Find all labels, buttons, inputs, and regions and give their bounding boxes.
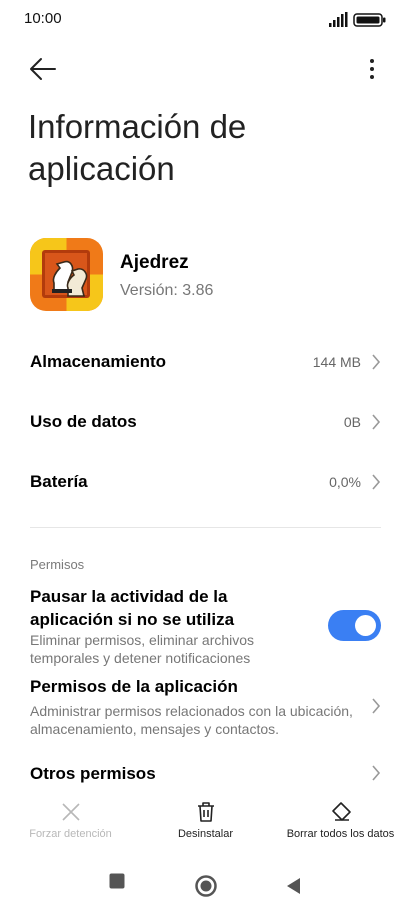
recents-button[interactable]: [108, 872, 126, 890]
app-name: Ajedrez: [120, 252, 189, 273]
storage-row[interactable]: Almacenamiento 144 MB: [30, 342, 381, 382]
clear-data-label: Borrar todos los datos: [286, 828, 395, 840]
storage-value: 144 MB: [312, 354, 361, 370]
chevron-right-icon: [372, 354, 381, 370]
storage-label: Almacenamiento: [30, 352, 167, 371]
toggle-knob: [355, 615, 376, 636]
more-options-button[interactable]: [362, 56, 382, 82]
signal-battery-icon: [329, 12, 386, 27]
other-permissions-title[interactable]: Otros permisos: [30, 764, 156, 784]
pause-activity-description: Eliminar permisos, eliminar archivos tem…: [30, 632, 255, 666]
app-icon: [30, 238, 103, 311]
chevron-right-icon: [372, 765, 381, 781]
battery-value: 0,0%: [329, 474, 361, 490]
eraser-icon: [331, 802, 351, 821]
chevron-right-icon: [372, 698, 381, 714]
pause-activity-toggle[interactable]: [328, 610, 381, 641]
status-icons: [329, 12, 389, 28]
back-button[interactable]: [28, 56, 58, 82]
data-usage-row[interactable]: Uso de datos 0B: [30, 402, 381, 442]
battery-row[interactable]: Batería 0,0%: [30, 462, 381, 502]
status-time: 10:00: [24, 10, 62, 27]
trash-icon: [197, 802, 214, 822]
back-nav-button[interactable]: [284, 876, 304, 896]
app-permissions-title[interactable]: Permisos de la aplicación: [30, 677, 238, 697]
uninstall-label: Desinstalar: [177, 828, 234, 840]
clear-data-button[interactable]: Borrar todos los datos: [272, 800, 409, 850]
home-button[interactable]: [194, 874, 218, 898]
app-version: Versión: 3.86: [120, 282, 214, 299]
battery-label: Batería: [30, 472, 88, 491]
data-usage-value: 0B: [343, 414, 361, 430]
permissions-section-label: Permisos: [30, 557, 85, 572]
divider: [30, 527, 381, 528]
uninstall-button[interactable]: Desinstalar: [137, 800, 274, 850]
pause-activity-title: Pausar la actividad de la aplicación si …: [30, 587, 235, 629]
chess-knight-icon: [30, 238, 103, 311]
data-usage-label: Uso de datos: [30, 412, 137, 431]
page-title: Información de aplicación: [28, 108, 247, 187]
force-stop-button[interactable]: Forzar detención: [2, 800, 139, 850]
app-permissions-description: Administrar permisos relacionados con la…: [30, 703, 353, 737]
chevron-right-icon: [372, 414, 381, 430]
chevron-right-icon: [372, 474, 381, 490]
arrow-left-icon: [30, 58, 56, 80]
force-stop-label: Forzar detención: [29, 828, 112, 840]
more-vertical-icon: [370, 59, 374, 79]
close-icon: [61, 803, 80, 821]
